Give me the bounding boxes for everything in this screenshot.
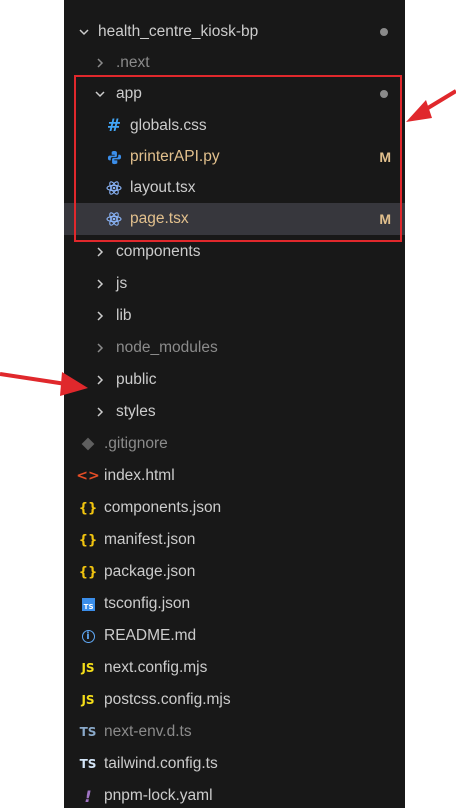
chevron-right-icon xyxy=(94,374,106,386)
js-icon: JS xyxy=(81,693,95,707)
folder-label: lib xyxy=(116,307,132,324)
folder-public[interactable]: public xyxy=(64,364,405,396)
annotation-arrow-icon xyxy=(0,372,88,396)
folder-label: js xyxy=(116,275,128,292)
folder-js[interactable]: js xyxy=(64,268,405,300)
file-label: next-env.d.ts xyxy=(104,723,192,740)
chevron-down-icon xyxy=(94,88,106,100)
modified-dot xyxy=(380,28,388,36)
folder-label: components xyxy=(116,243,201,260)
yaml-icon: ! xyxy=(84,786,92,806)
json-icon: {} xyxy=(78,500,98,516)
file-label: pnpm-lock.yaml xyxy=(104,787,213,804)
chevron-right-icon xyxy=(94,57,106,69)
file-label: index.html xyxy=(104,467,175,484)
chevron-right-icon xyxy=(94,342,106,354)
html-icon: <> xyxy=(76,468,100,484)
file-label: globals.css xyxy=(130,117,207,134)
file-gitignore[interactable]: .gitignore xyxy=(64,428,405,460)
file-next-env-d-ts[interactable]: TS next-env.d.ts xyxy=(64,716,405,748)
chevron-right-icon xyxy=(94,246,106,258)
modified-badge: M xyxy=(379,149,391,165)
file-tsconfig-json[interactable]: TS tsconfig.json xyxy=(64,588,405,620)
file-label: tailwind.config.ts xyxy=(104,755,218,772)
modified-badge: M xyxy=(379,211,391,227)
json-icon: {} xyxy=(78,532,98,548)
python-icon xyxy=(106,149,122,165)
file-label: components.json xyxy=(104,499,222,516)
file-layout-tsx[interactable]: layout.tsx xyxy=(64,172,405,204)
json-icon: {} xyxy=(78,564,98,580)
folder-app[interactable]: app xyxy=(64,78,405,110)
file-tailwind-config-ts[interactable]: TS tailwind.config.ts xyxy=(64,748,405,780)
git-icon xyxy=(80,436,96,452)
file-label: package.json xyxy=(104,563,196,580)
file-label: manifest.json xyxy=(104,531,196,548)
tsconfig-icon: TS xyxy=(80,596,96,612)
js-icon: JS xyxy=(81,661,95,675)
file-label: printerAPI.py xyxy=(130,148,220,165)
file-label: page.tsx xyxy=(130,210,189,227)
annotation-arrow-icon xyxy=(406,89,456,122)
folder-label: styles xyxy=(116,403,156,420)
file-postcss-config-mjs[interactable]: JS postcss.config.mjs xyxy=(64,684,405,716)
root-folder-label: health_centre_kiosk-bp xyxy=(98,23,259,40)
explorer-root[interactable]: health_centre_kiosk-bp xyxy=(64,16,405,48)
react-icon xyxy=(106,180,122,196)
folder-styles[interactable]: styles xyxy=(64,396,405,428)
file-printerapi-py[interactable]: printerAPI.py M xyxy=(64,141,405,173)
info-icon: i xyxy=(80,628,96,644)
file-label: layout.tsx xyxy=(130,179,196,196)
file-manifest-json[interactable]: {} manifest.json xyxy=(64,524,405,556)
chevron-down-icon xyxy=(78,26,90,38)
file-readme-md[interactable]: i README.md xyxy=(64,620,405,652)
file-label: next.config.mjs xyxy=(104,659,208,676)
folder-label: node_modules xyxy=(116,339,218,356)
file-label: tsconfig.json xyxy=(104,595,191,612)
file-components-json[interactable]: {} components.json xyxy=(64,492,405,524)
folder-label: .next xyxy=(116,54,150,71)
react-icon xyxy=(106,211,122,227)
hash-icon: # xyxy=(106,116,122,136)
file-label: postcss.config.mjs xyxy=(104,691,231,708)
folder-node-modules[interactable]: node_modules xyxy=(64,332,405,364)
file-page-tsx[interactable]: page.tsx M xyxy=(64,203,405,235)
file-index-html[interactable]: <> index.html xyxy=(64,460,405,492)
folder-label: app xyxy=(116,85,142,102)
modified-dot xyxy=(380,90,388,98)
file-explorer-panel: health_centre_kiosk-bp .next app # globa… xyxy=(64,0,405,808)
file-globals-css[interactable]: # globals.css xyxy=(64,110,405,142)
file-next-config-mjs[interactable]: JS next.config.mjs xyxy=(64,652,405,684)
file-package-json[interactable]: {} package.json xyxy=(64,556,405,588)
chevron-right-icon xyxy=(94,310,106,322)
folder-lib[interactable]: lib xyxy=(64,300,405,332)
file-pnpm-lock-yaml[interactable]: ! pnpm-lock.yaml xyxy=(64,780,405,808)
folder-next[interactable]: .next xyxy=(64,47,405,79)
chevron-right-icon xyxy=(94,278,106,290)
folder-label: public xyxy=(116,371,157,388)
ts-icon: TS xyxy=(79,757,97,771)
file-label: README.md xyxy=(104,627,197,644)
folder-components[interactable]: components xyxy=(64,236,405,268)
chevron-right-icon xyxy=(94,406,106,418)
ts-icon: TS xyxy=(79,725,97,739)
file-label: .gitignore xyxy=(104,435,168,452)
